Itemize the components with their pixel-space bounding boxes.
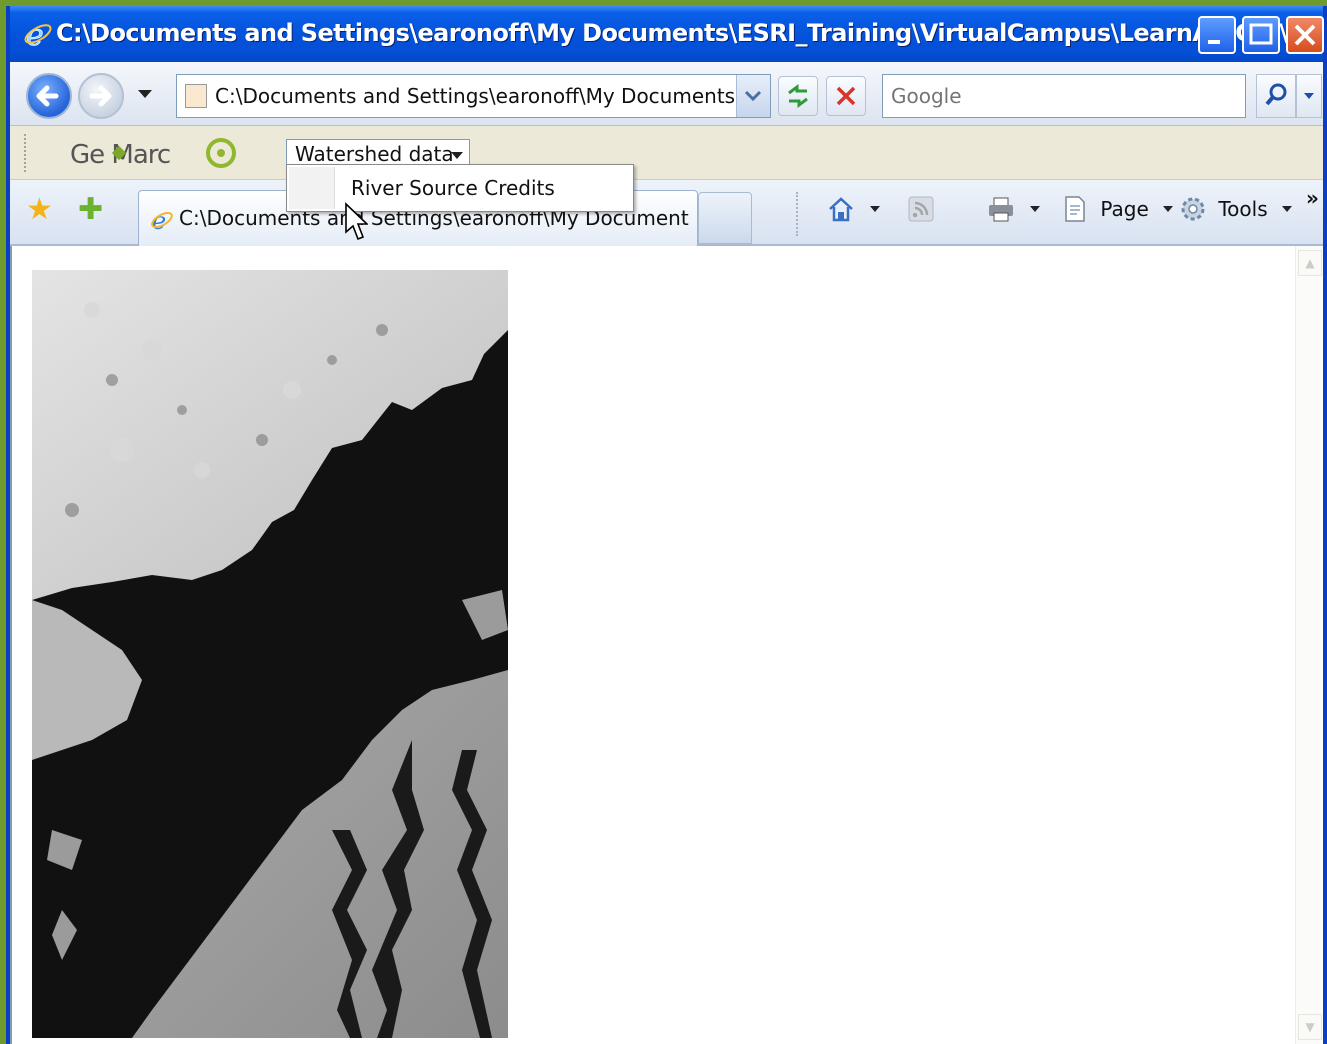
tools-menu-button[interactable]: Tools <box>1178 194 1292 230</box>
printer-icon <box>989 197 1013 222</box>
window-title: C:\Documents and Settings\earonoff\My Do… <box>56 19 1314 47</box>
search-options-dropdown[interactable] <box>1296 74 1322 118</box>
maximize-button[interactable] <box>1242 16 1280 54</box>
tools-menu-label: Tools <box>1218 197 1268 221</box>
add-favorite-icon[interactable]: ✚ <box>78 194 103 226</box>
links-toolbar: Ge Marc Watershed data <box>10 126 1323 180</box>
refresh-button[interactable] <box>778 76 818 116</box>
print-button[interactable] <box>986 194 1041 230</box>
toolbar-separator <box>796 192 798 236</box>
minimize-button[interactable] <box>1198 16 1236 54</box>
forward-button[interactable] <box>78 73 124 119</box>
satellite-landscape-picture <box>32 270 508 1038</box>
caret-down-icon <box>451 152 463 159</box>
geomarc-logo[interactable]: Ge Marc <box>70 134 250 174</box>
home-button[interactable] <box>826 194 881 230</box>
home-dropdown-caret[interactable] <box>870 206 881 212</box>
stop-icon <box>836 86 856 106</box>
home-icon <box>829 197 853 222</box>
recent-pages-dropdown[interactable] <box>138 90 152 98</box>
back-button[interactable] <box>26 73 72 119</box>
back-arrow-icon <box>36 85 59 107</box>
address-bar[interactable]: C:\Documents and Settings\earonoff\My Do… <box>176 74 771 118</box>
target-icon <box>206 138 236 168</box>
print-dropdown-caret[interactable] <box>1030 206 1041 212</box>
caret-down-icon <box>1304 93 1314 99</box>
satellite-image <box>32 270 508 1038</box>
search-input[interactable] <box>883 75 1245 117</box>
vertical-scrollbar[interactable]: ▲ ▼ <box>1295 246 1323 1044</box>
page-content: ▲ ▼ <box>10 246 1323 1044</box>
address-input[interactable]: C:\Documents and Settings\earonoff\My Do… <box>215 84 735 108</box>
search-icon <box>1265 83 1287 106</box>
search-box[interactable] <box>882 74 1246 118</box>
minimize-icon <box>1208 40 1220 44</box>
page-menu-button[interactable]: Page <box>1060 194 1174 230</box>
internet-explorer-icon: e <box>151 207 173 233</box>
browser-window: e C:\Documents and Settings\earonoff\My … <box>6 6 1327 1044</box>
scroll-up-button[interactable]: ▲ <box>1298 250 1322 276</box>
mouse-cursor-icon <box>345 202 368 241</box>
page-icon <box>185 84 207 108</box>
close-button[interactable] <box>1286 16 1324 54</box>
tools-dropdown-caret <box>1282 206 1292 212</box>
stop-button[interactable] <box>826 76 866 116</box>
rss-feed-icon <box>908 196 934 222</box>
navigation-bar: C:\Documents and Settings\earonoff\My Do… <box>10 62 1323 126</box>
page-dropdown-caret <box>1163 206 1174 212</box>
maximize-icon <box>1249 23 1273 45</box>
address-dropdown-button[interactable] <box>736 75 770 117</box>
favorites-star-icon[interactable]: ★ <box>26 194 53 226</box>
tab-bar: ★ ✚ e C:\Documents and Settings\earonoff… <box>10 180 1323 246</box>
close-icon <box>1294 24 1316 46</box>
title-bar[interactable]: e C:\Documents and Settings\earonoff\My … <box>10 6 1324 62</box>
feeds-button[interactable] <box>906 194 936 230</box>
menu-icon-gutter <box>289 167 335 209</box>
page-menu-label: Page <box>1100 197 1149 221</box>
toolbar-grip[interactable] <box>24 134 28 172</box>
internet-explorer-icon: e <box>24 18 52 50</box>
select-value: Watershed data <box>295 142 454 166</box>
refresh-icon <box>788 84 808 108</box>
gear-icon <box>1181 197 1205 221</box>
watershed-dropdown-menu: River Source Credits <box>286 164 634 212</box>
page-icon <box>1065 196 1085 222</box>
menu-item-river-source-credits[interactable]: River Source Credits <box>351 176 555 200</box>
toolbar-overflow-chevron-icon[interactable]: » <box>1306 186 1319 210</box>
scroll-down-button[interactable]: ▼ <box>1298 1014 1322 1040</box>
search-button[interactable] <box>1256 74 1296 118</box>
forward-arrow-icon <box>89 85 112 107</box>
new-tab-button[interactable] <box>698 192 752 244</box>
chevron-down-icon <box>744 90 762 102</box>
